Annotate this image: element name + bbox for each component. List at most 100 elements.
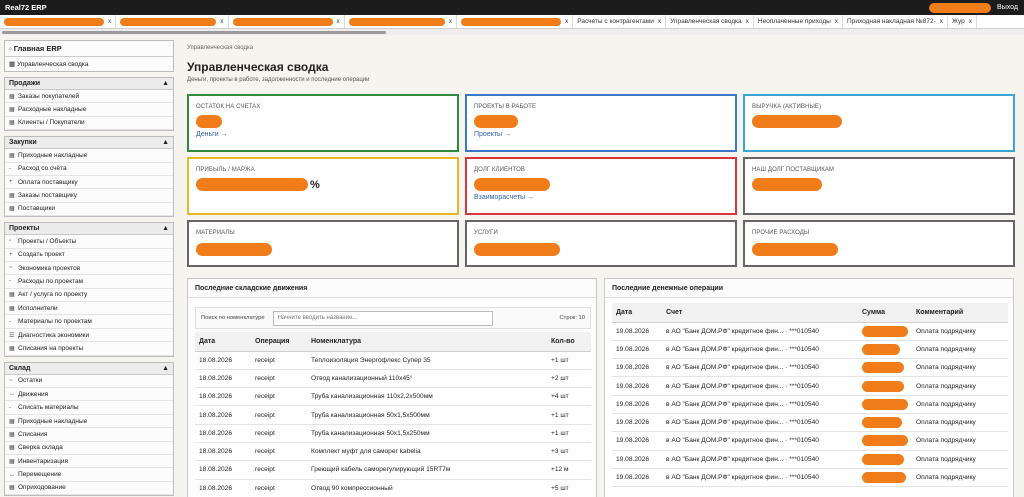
collapse-icon[interactable]: ▲ [162,80,169,87]
table-cell: +12 м [547,460,591,480]
table-row[interactable]: 19.08.2026 в АО "Банк ДОМ.РФ" кредитное ф… [612,431,1008,451]
close-icon[interactable]: x [449,18,452,25]
column-header[interactable]: Операция [251,332,307,352]
stock-rows-count[interactable]: Строк: 10 [560,315,586,321]
sidebar-item[interactable]: ▦ Оприходование [5,482,173,496]
table-cell: +2 шт [547,369,591,389]
sidebar-item[interactable]: ▦ Списания [5,428,173,442]
kpi-link[interactable]: Деньги → [196,131,228,138]
sidebar-item[interactable]: ▦ Поставщики [5,203,173,217]
sidebar-item[interactable]: + Создать проект [5,249,173,262]
sidebar-section-header[interactable]: Закупки ▲ [5,137,173,150]
sidebar-item[interactable]: ▦ Исполнители [5,302,173,316]
sidebar-item[interactable]: - Материалы по проектам [5,315,173,329]
close-icon[interactable]: x [658,18,661,25]
logout-link[interactable]: Выход [997,4,1018,11]
column-header[interactable]: Счет [662,303,858,323]
sidebar-item[interactable]: ▦ Сверка склада [5,442,173,455]
close-icon[interactable]: x [108,18,111,25]
tab-scrollbar[interactable] [0,29,1024,35]
sidebar-item[interactable]: ▦ Заказы поставщику [5,189,173,203]
tab-9[interactable]: Жур x [948,15,978,28]
sidebar-item-dashboard[interactable]: ▦ Управленческая сводка [5,57,173,71]
tab-3[interactable]: x [345,15,457,28]
table-row[interactable]: 19.08.2026 в АО "Банк ДОМ.РФ" кредитное ф… [612,413,1008,433]
collapse-icon[interactable]: ▲ [162,139,169,146]
sidebar-item[interactable]: ▦ Клиенты / Покупатели [5,117,173,131]
table-row[interactable]: 19.08.2026 в АО "Банк ДОМ.РФ" кредитное ф… [612,395,1008,414]
sidebar-item[interactable]: ☰ Диагностика экономики [5,329,173,343]
sidebar-item[interactable]: ▦ Списания на проекты [5,342,173,356]
table-row[interactable]: 18.08.2026 receipt Греющий кабель саморегу… [195,460,591,480]
table-cell: 18.08.2026 [195,479,251,497]
sidebar-item[interactable]: ~ Остатки [5,375,173,389]
close-icon[interactable]: x [940,18,943,25]
table-row[interactable]: 18.08.2026 receipt Теплоизоляция Энергофле… [195,351,591,370]
sidebar-item[interactable]: + Оплата поставщику [5,176,173,190]
table-row[interactable]: 19.08.2026 в АО "Банк ДОМ.РФ" кредитное ф… [612,376,1008,396]
sidebar-item-label: Движения [18,390,49,398]
tab-0[interactable]: x [0,15,117,28]
table-row[interactable]: 19.08.2026 в АО "Банк ДОМ.РФ" кредитное ф… [612,450,1008,469]
menu-item-icon: ▦ [9,206,15,213]
sidebar-item[interactable]: ▫ Проекты / Объекты [5,235,173,249]
sidebar-item[interactable]: - Списать материалы [5,401,173,415]
tab-8[interactable]: Приходная накладная №872- x [843,15,949,28]
tab-2[interactable]: x [229,15,345,28]
tab-bar: x x x x x Расчеты с контрагентами x Управленчес… [0,15,1024,29]
breadcrumb[interactable]: Управленческая сводка [187,45,253,51]
close-icon[interactable]: x [565,18,568,25]
sidebar-home-title[interactable]: ▫ Главная ERP [5,41,173,57]
close-icon[interactable]: x [969,18,972,25]
close-icon[interactable]: x [220,18,223,25]
sidebar-item[interactable]: - Расход со счёта [5,163,173,176]
close-icon[interactable]: x [337,18,340,25]
table-cell: Труба канализационная 50х1,5х250мм [307,424,547,443]
column-header[interactable]: Номенклатура [307,332,547,352]
stock-search-input[interactable] [272,310,493,326]
sidebar-item[interactable]: ~ Экономика проектов [5,262,173,276]
sidebar-item[interactable]: ▦ Приходные накладные [5,149,173,163]
column-header[interactable]: Дата [195,332,251,352]
table-row[interactable]: 19.08.2026 в АО "Банк ДОМ.РФ" кредитное ф… [612,340,1008,360]
sidebar-section-header[interactable]: Склад ▲ [5,362,173,375]
sidebar-item[interactable]: ▦ Приходные накладные [5,415,173,429]
sidebar-item[interactable]: ↔ Движения [5,388,173,402]
column-header[interactable]: Сумма [858,303,912,323]
table-row[interactable]: 19.08.2026 в АО "Банк ДОМ.РФ" кредитное ф… [612,322,1008,341]
sidebar-item[interactable]: ▦ Расходные накладные [5,103,173,117]
table-row[interactable]: 18.08.2026 receipt Отвод канализационный 1… [195,369,591,389]
kpi-card-2: ВЫРУЧКА (АКТИВНЫЕ) [743,94,1015,152]
user-name-redacted[interactable] [929,2,992,13]
close-icon[interactable]: x [835,18,838,25]
tab-7[interactable]: Неоплаченные приходы x [754,15,844,28]
close-icon[interactable]: x [746,18,749,25]
tab-6[interactable]: Управленческая сводка x [666,15,754,28]
sidebar-item[interactable]: - Расходы по проектам [5,275,173,289]
table-row[interactable]: 18.08.2026 receipt Труба канализационная 5… [195,405,591,425]
tab-1[interactable]: x [116,15,229,28]
table-row[interactable]: 18.08.2026 receipt Отвод 90 компрессионный… [195,479,591,497]
tab-scrollbar-thumb[interactable] [2,31,386,34]
kpi-link[interactable]: Взаиморасчеты → [474,194,534,201]
table-row[interactable]: 19.08.2026 в АО "Банк ДОМ.РФ" кредитное ф… [612,358,1008,378]
column-header[interactable]: Кол-во [547,332,591,352]
sidebar-section-header[interactable]: Продажи ▲ [5,78,173,90]
kpi-link[interactable]: Проекты → [474,131,511,138]
tab-4[interactable]: x [457,15,574,28]
table-row[interactable]: 18.08.2026 receipt Труба канализационная 5… [195,424,591,443]
table-row[interactable]: 19.08.2026 в АО "Банк ДОМ.РФ" кредитное ф… [612,468,1008,488]
kpi-card-7: УСЛУГИ [465,220,737,267]
collapse-icon[interactable]: ▲ [162,225,169,232]
tab-5[interactable]: Расчеты с контрагентами x [573,15,667,28]
column-header[interactable]: Комментарий [912,303,1008,323]
column-header[interactable]: Дата [612,303,662,323]
sidebar-section-header[interactable]: Проекты ▲ [5,223,173,236]
collapse-icon[interactable]: ▲ [162,365,169,372]
sidebar-item[interactable]: ↔ Перемещение [5,468,173,482]
table-row[interactable]: 18.08.2026 receipt Труба канализационная 1… [195,387,591,407]
sidebar-item[interactable]: ▦ Акт / услуга по проекту [5,289,173,303]
sidebar-item[interactable]: ▦ Инвентаризация [5,455,173,469]
sidebar-item[interactable]: ▦ Заказы покупателей [5,90,173,104]
table-row[interactable]: 18.08.2026 receipt Комплект муфт для самор… [195,442,591,462]
